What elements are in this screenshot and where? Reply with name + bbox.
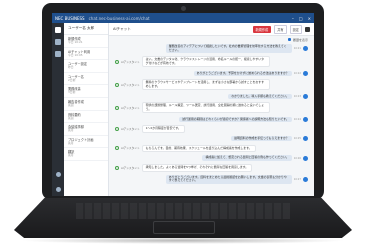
message-text: ありがとうございます。予算をかけずに始められる方法はありますか？ — [193, 70, 292, 77]
message-text: ありがとうございます。資料をまとめたら最終確認をお願いします。文章の表現も分かり… — [165, 174, 292, 184]
user-avatar-icon — [303, 116, 308, 122]
sidebar-header: ユーザー名 太郎 — [64, 23, 108, 35]
user-avatar-icon — [303, 70, 308, 76]
assistant-name: AIアシスタント — [121, 105, 140, 110]
sidebar-item[interactable]: 資料要約 先週 — [64, 111, 108, 124]
laptop-frame: NEC BUSINESS chat.nec-business-ai.com/ch… — [0, 0, 366, 246]
sidebar-item[interactable]: 業務改善 3日前 — [64, 85, 108, 98]
sidebar-item[interactable]: 会議議事録 先月 — [64, 123, 108, 136]
assistant-icon — [115, 146, 119, 151]
message-time: 10:26 — [293, 156, 301, 160]
assistant-icon — [115, 165, 119, 170]
user-avatar-icon — [303, 155, 308, 161]
message-text: 構成案に加えて、想定される質問と回答の例も作ってください。 — [202, 155, 292, 161]
help-icon[interactable] — [55, 172, 61, 177]
user-avatar-icon — [303, 136, 308, 142]
message-text: 現状の課題整理、ルール策定、ツール選定、試行運用、全社展開の順に進めると良いでし… — [141, 102, 270, 114]
message-time: 10:25 — [293, 137, 301, 141]
user-message: 業務改善のアイデアについて相談したいです。社内の書類管理を効率化する方法を教えて… — [115, 44, 308, 54]
sidebar-item[interactable]: ユーザー名 2日前 — [64, 73, 108, 86]
new-chat-button[interactable]: 新規作成 — [252, 25, 272, 33]
message-text: 承知しました。よくある質問を5つ挙げ、それぞれに簡潔な回答を用意します。 — [141, 163, 253, 172]
assistant-name: AIアシスタント — [121, 59, 140, 64]
history-toggle-label: 履歴を表示 — [292, 37, 308, 42]
assistant-name: AIアシスタント — [121, 126, 140, 131]
user-message: 試行運用の期間はどれくらいが適切ですか？関係者への説明方法も知りたいです。 10:… — [115, 116, 308, 123]
message-text: 1〜2か月程度が目安です。 — [141, 125, 185, 133]
chat-main: AIチャット 新規作成 共有 設定 履歴を表示 業務改善のアイデアについて相談し… — [109, 23, 314, 196]
assistant-name: AIアシスタント — [121, 82, 140, 87]
chat-header: AIチャット 新規作成 共有 設定 — [109, 23, 314, 36]
assistant-name: AIアシスタント — [121, 165, 140, 170]
icon-rail — [52, 23, 64, 196]
user-message: わかりました。導入手順も教えてください。 10:23 — [115, 93, 308, 100]
settings-icon[interactable] — [55, 187, 61, 192]
app-title: NEC BUSINESS — [55, 15, 85, 21]
message-time: 10:21 — [293, 47, 301, 51]
message-text: 試行運用の期間はどれくらいが適切ですか？関係者への説明方法も知りたいです。 — [179, 116, 292, 123]
home-icon[interactable] — [55, 27, 61, 33]
message-text: 説明資料の作成を手伝ってもらえますか？ — [231, 135, 292, 142]
chat-icon[interactable] — [55, 39, 61, 45]
sidebar-item[interactable]: AIチャット利用 今日 10:05 — [64, 48, 108, 61]
document-icon[interactable] — [55, 51, 61, 57]
assistant-icon — [115, 59, 119, 64]
laptop-shadow — [20, 237, 346, 244]
sidebar-item[interactable]: ユーザー設定 昨日 — [64, 60, 108, 73]
message-time: 10:24 — [293, 117, 301, 121]
menu-icon[interactable] — [305, 26, 310, 32]
user-message: 構成案に加えて、想定される質問と回答の例も作ってください。 10:26 — [115, 155, 308, 161]
sidebar-item[interactable]: 翻訳 先月 — [64, 148, 108, 161]
maximize-icon[interactable]: □ — [299, 16, 303, 21]
minimize-icon[interactable]: – — [292, 16, 294, 21]
close-icon[interactable]: × — [308, 16, 311, 21]
message-text: もちろんです。目的、期待効果、スケジュールを盛り込んだ構成案を作成します。 — [141, 144, 256, 153]
user-avatar-icon — [303, 93, 308, 99]
assistant-name: AIアシスタント — [121, 146, 140, 151]
message-text: 無料のクラウドサービスやテンプレートを活用し、まずは小さな部署から試すことをおす… — [141, 79, 270, 91]
user-avatar-icon — [303, 176, 308, 182]
user-message: ありがとうございます。予算をかけずに始められる方法はありますか？ 10:22 — [115, 70, 308, 77]
user-message: 説明資料の作成を手伝ってもらえますか？ 10:25 — [115, 135, 308, 142]
assistant-message: AIアシスタント はい。文書のデジタル化、クラウドストレージの活用、命名ルールの統… — [115, 56, 308, 68]
assistant-icon — [115, 105, 119, 110]
assistant-message: AIアシスタント 承知しました。よくある質問を5つ挙げ、それぞれに簡潔な回答を用意… — [115, 163, 308, 172]
assistant-message: AIアシスタント 現状の課題整理、ルール策定、ツール選定、試行運用、全社展開の順に… — [115, 102, 308, 114]
webcam-icon — [180, 6, 186, 11]
share-button[interactable]: 共有 — [274, 24, 287, 34]
sidebar-item[interactable]: プロジェクト計画 先月 — [64, 136, 108, 149]
assistant-icon — [115, 82, 119, 87]
message-time: 10:23 — [293, 94, 301, 98]
sidebar-item[interactable]: 報告書作成 先週 — [64, 98, 108, 111]
message-text: はい。文書のデジタル化、クラウドストレージの活用、命名ルールの統一、検索しやすい… — [141, 56, 270, 68]
message-text: わかりました。導入手順も教えてください。 — [228, 93, 292, 100]
user-avatar-icon — [303, 46, 308, 52]
assistant-icon — [115, 126, 119, 131]
user-message: ありがとうございます。資料をまとめたら最終確認をお願いします。文章の表現も分かり… — [115, 174, 308, 184]
message-time: 10:22 — [293, 71, 301, 75]
history-toggle-row: 履歴を表示 — [109, 36, 314, 43]
laptop-trackpad — [153, 221, 215, 234]
message-time: 10:27 — [293, 177, 301, 181]
window-titlebar: NEC BUSINESS chat.nec-business-ai.com/ch… — [52, 13, 314, 23]
conversation-sidebar: ユーザー名 太郎 新規作成 今日 10:21 AIチャット利用 今日 10:05 ユ… — [64, 23, 109, 196]
message-text: 業務改善のアイデアについて相談したいです。社内の書類管理を効率化する方法を教えて… — [165, 44, 292, 54]
assistant-message: AIアシスタント 無料のクラウドサービスやテンプレートを活用し、まずは小さな部署か… — [115, 79, 308, 91]
checkbox-icon[interactable] — [287, 38, 291, 41]
settings-button[interactable]: 設定 — [289, 24, 302, 34]
window-subtitle: chat.nec-business-ai.com/chat — [88, 15, 150, 21]
assistant-message: AIアシスタント もちろんです。目的、期待効果、スケジュールを盛り込んだ構成案を作… — [115, 144, 308, 153]
assistant-message: AIアシスタント 1〜2か月程度が目安です。 — [115, 125, 308, 133]
laptop-screen: NEC BUSINESS chat.nec-business-ai.com/ch… — [52, 13, 314, 196]
sidebar-item[interactable]: 新規作成 今日 10:21 — [64, 35, 108, 48]
laptop-keyboard — [76, 203, 290, 219]
page-title: AIチャット — [113, 26, 131, 31]
chat-thread: 業務改善のアイデアについて相談したいです。社内の書類管理を効率化する方法を教えて… — [109, 43, 314, 196]
